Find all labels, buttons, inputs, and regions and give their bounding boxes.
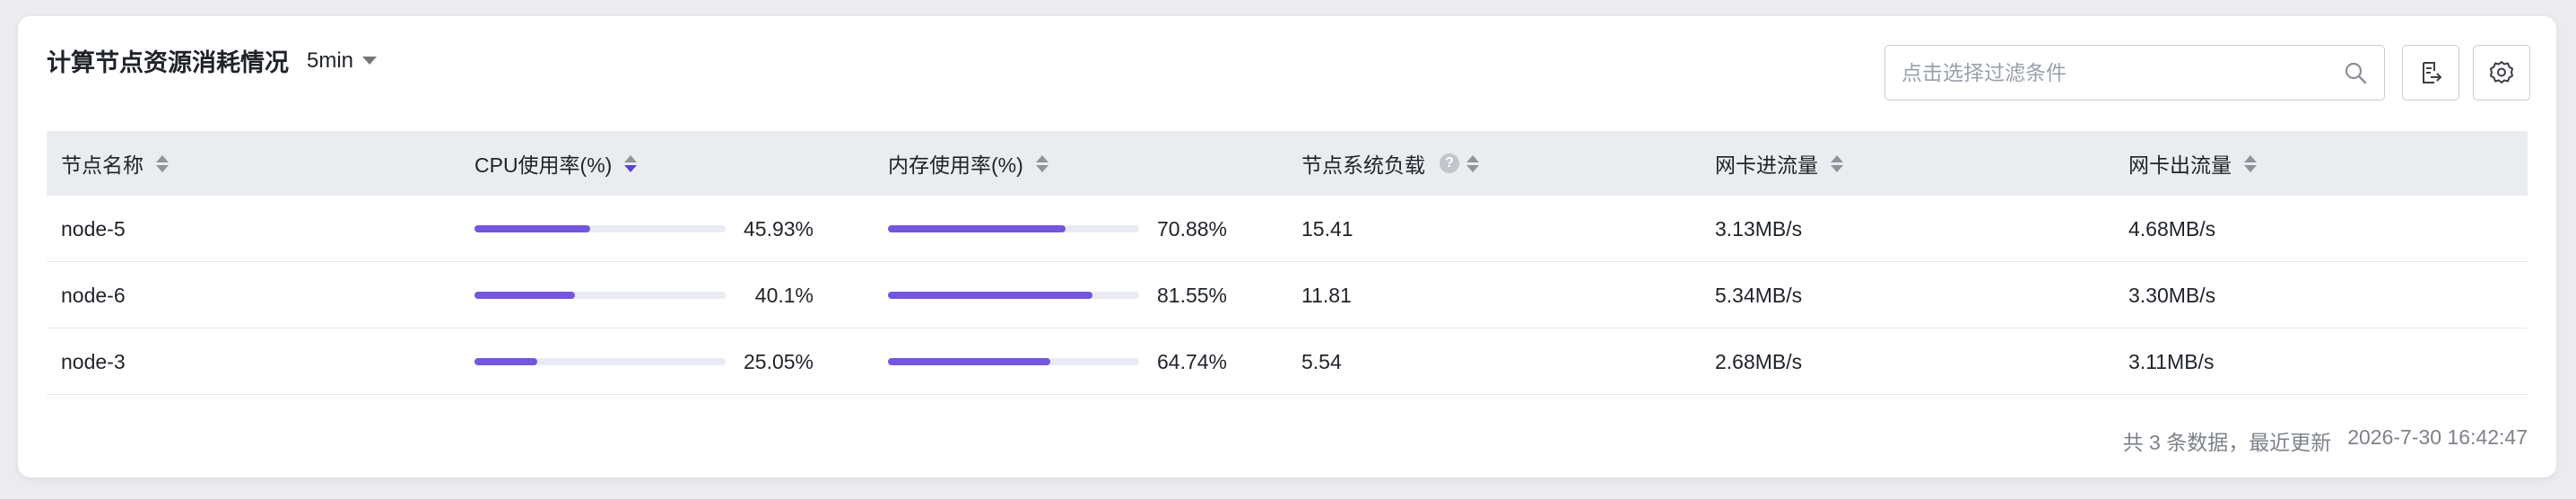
- cpu-usage-cell: 45.93%: [474, 196, 814, 262]
- memory-usage-value: 81.55%: [1156, 283, 1227, 307]
- sort-icon[interactable]: [1466, 154, 1479, 172]
- cpu-usage-cell: 25.05%: [474, 328, 814, 395]
- memory-usage-bar: [888, 358, 1139, 365]
- system-load: 5.54: [1301, 349, 1342, 373]
- net-in: 2.68MB/s: [1715, 349, 1803, 373]
- memory-usage-bar: [888, 292, 1139, 299]
- page-title: 计算节点资源消耗情况: [47, 49, 289, 76]
- net-out: 3.11MB/s: [2128, 349, 2215, 373]
- column-header-net-in[interactable]: 网卡进流量: [1715, 131, 1843, 196]
- sort-icon[interactable]: [1035, 154, 1049, 172]
- cpu-usage-value: 25.05%: [743, 349, 814, 373]
- card-header: 计算节点资源消耗情况 5min: [47, 43, 378, 78]
- record-count: 共 3 条数据，最近更新: [2122, 431, 2332, 454]
- cpu-usage-fill: [474, 225, 590, 232]
- sort-icon[interactable]: [624, 154, 638, 172]
- net-in: 3.13MB/s: [1715, 216, 1803, 241]
- table-row[interactable]: node-3 25.05% 64.74% 5.54 2.68MB/s 3.11M…: [47, 328, 2528, 395]
- cpu-usage-bar: [474, 292, 726, 299]
- cpu-usage-cell: 40.1%: [474, 262, 814, 328]
- system-load: 11.81: [1301, 283, 1352, 307]
- table-header: 节点名称 CPU使用率(%) 内存使用率(%) 节点系统负载 ? 网卡进流量 网…: [47, 131, 2528, 196]
- memory-usage-cell: 64.74%: [888, 328, 1227, 395]
- memory-usage-fill: [888, 358, 1051, 365]
- net-out: 3.30MB/s: [2128, 283, 2216, 307]
- memory-usage-bar: [888, 225, 1139, 232]
- memory-usage-fill: [888, 292, 1093, 299]
- settings-button[interactable]: [2473, 45, 2530, 101]
- gear-icon: [2490, 61, 2513, 83]
- export-button[interactable]: [2402, 45, 2459, 101]
- net-out: 4.68MB/s: [2128, 216, 2216, 241]
- export-icon: [2423, 62, 2442, 83]
- column-header-cpu[interactable]: CPU使用率(%): [474, 131, 638, 196]
- resource-card: 计算节点资源消耗情况 5min 节点名称: [18, 16, 2556, 477]
- cpu-usage-fill: [474, 358, 538, 365]
- column-header-name[interactable]: 节点名称: [61, 131, 169, 196]
- cpu-usage-bar: [474, 225, 726, 232]
- help-icon[interactable]: ?: [1440, 153, 1459, 173]
- memory-usage-value: 64.74%: [1156, 349, 1227, 373]
- memory-usage-cell: 81.55%: [888, 262, 1227, 328]
- column-header-load[interactable]: 节点系统负载 ?: [1301, 131, 1479, 196]
- search-icon[interactable]: [2343, 60, 2368, 85]
- system-load: 15.41: [1301, 216, 1353, 241]
- table-footer: 共 3 条数据，最近更新 2026-7-30 16:42:47: [2123, 425, 2528, 456]
- column-header-net-out[interactable]: 网卡出流量: [2128, 131, 2257, 196]
- table-row[interactable]: node-5 45.93% 70.88% 15.41 3.13MB/s 4.68…: [47, 196, 2528, 262]
- interval-select[interactable]: 5min: [307, 48, 378, 74]
- memory-usage-value: 70.88%: [1156, 216, 1227, 241]
- filter-search: [1884, 45, 2385, 101]
- cpu-usage-value: 45.93%: [743, 216, 814, 241]
- cpu-usage-fill: [474, 292, 576, 299]
- node-name: node-3: [61, 349, 126, 373]
- sort-icon[interactable]: [2244, 154, 2257, 172]
- interval-value: 5min: [307, 48, 354, 73]
- filter-input[interactable]: [1902, 60, 2343, 85]
- memory-usage-cell: 70.88%: [888, 196, 1227, 262]
- sort-icon[interactable]: [156, 154, 169, 172]
- cpu-usage-value: 40.1%: [754, 283, 814, 307]
- net-in: 5.34MB/s: [1715, 283, 1803, 307]
- node-name: node-6: [61, 283, 126, 307]
- last-updated: 2026-7-30 16:42:47: [2347, 425, 2528, 449]
- cpu-usage-bar: [474, 358, 726, 365]
- table-row[interactable]: node-6 40.1% 81.55% 11.81 5.34MB/s 3.30M…: [47, 262, 2528, 328]
- memory-usage-fill: [888, 225, 1066, 232]
- sort-icon[interactable]: [1831, 154, 1843, 172]
- column-header-memory[interactable]: 内存使用率(%): [888, 131, 1049, 196]
- node-name: node-5: [61, 216, 126, 241]
- chevron-down-icon: [362, 57, 378, 65]
